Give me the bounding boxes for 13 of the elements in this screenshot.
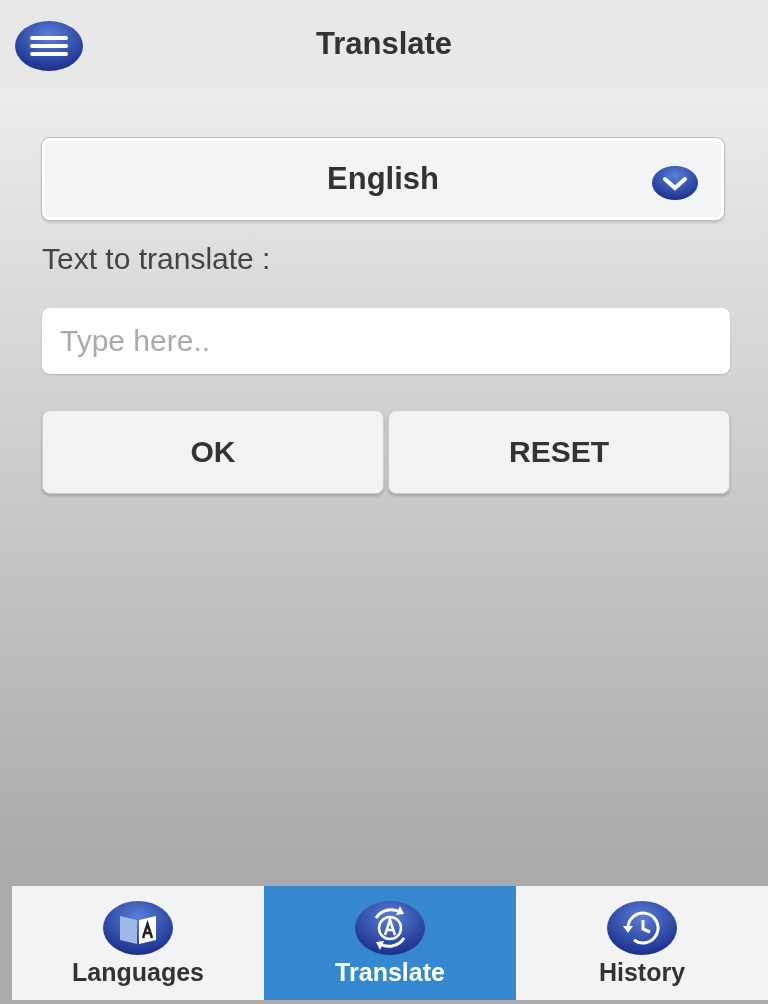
clock-icon bbox=[606, 899, 678, 956]
tab[interactable]: Translate bbox=[264, 886, 516, 1000]
text-input-field[interactable]: Type here.. bbox=[42, 308, 730, 374]
chevron-down-icon bbox=[651, 165, 699, 201]
field-label: Text to translate : bbox=[42, 242, 271, 276]
header-title: Translate bbox=[315, 26, 453, 62]
reset-button[interactable]: RESET bbox=[388, 410, 730, 494]
menu-button[interactable] bbox=[14, 20, 84, 72]
ok-button[interactable]: OK bbox=[42, 410, 384, 494]
menu-icon bbox=[14, 20, 84, 72]
rotate-icon bbox=[354, 899, 426, 956]
language-dropdown[interactable]: English bbox=[42, 138, 724, 220]
book-icon bbox=[102, 899, 174, 956]
